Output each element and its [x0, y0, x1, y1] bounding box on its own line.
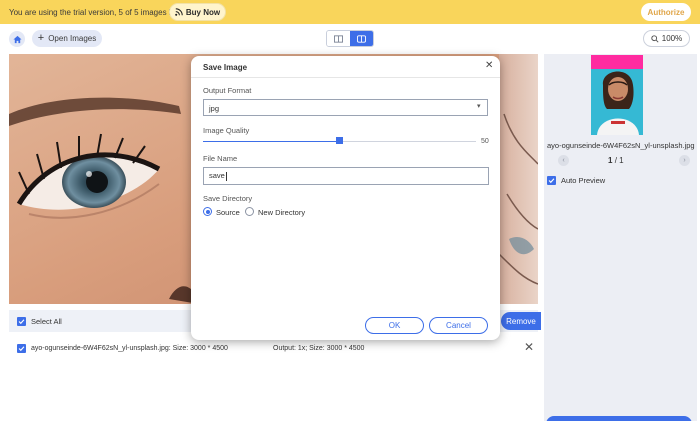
radio-new-directory-label: New Directory: [258, 208, 306, 217]
remove-button[interactable]: Remove: [501, 312, 541, 330]
auto-preview-checkbox[interactable]: [547, 176, 556, 185]
select-all-label: Select All: [31, 317, 62, 326]
next-image-button[interactable]: ›: [679, 155, 690, 166]
trial-banner: You are using the trial version, 5 of 5 …: [0, 0, 700, 24]
single-view-button[interactable]: [327, 31, 350, 46]
plus-icon: +: [37, 32, 45, 44]
home-button[interactable]: [9, 31, 25, 47]
slider-fill: [203, 141, 340, 142]
home-icon: [12, 35, 22, 43]
buy-now-label: Buy Now: [185, 7, 221, 17]
image-thumbnail[interactable]: [591, 55, 643, 135]
rss-icon: [175, 8, 183, 16]
trial-message: You are using the trial version, 5 of 5 …: [9, 8, 182, 17]
portrait-thumbnail-image: [591, 55, 643, 135]
open-images-button[interactable]: + Open Images: [32, 30, 102, 47]
zoom-button[interactable]: 100%: [643, 30, 690, 47]
cancel-button[interactable]: Cancel: [429, 317, 488, 334]
radio-new-directory[interactable]: [245, 207, 254, 216]
file-name-value: save: [209, 171, 225, 180]
chevron-right-icon: ›: [683, 157, 686, 164]
auto-preview-label: Auto Preview: [561, 176, 606, 185]
checkmark-icon: [18, 319, 25, 325]
file-name-input[interactable]: save: [203, 167, 489, 185]
zoom-icon: [651, 34, 659, 43]
authorize-button[interactable]: Authorize: [641, 3, 691, 21]
current-page: 1: [608, 156, 613, 165]
open-images-label: Open Images: [48, 34, 97, 43]
chevron-down-icon: ▾: [477, 103, 481, 110]
file-name-label: File Name: [203, 154, 238, 163]
view-mode-toggle: [326, 30, 374, 47]
save-directory-label: Save Directory: [203, 194, 253, 203]
text-caret: [225, 171, 227, 181]
convert-button[interactable]: [546, 416, 692, 421]
ok-button[interactable]: OK: [365, 317, 424, 334]
slider-handle[interactable]: [336, 137, 343, 144]
remove-file-close-icon[interactable]: ✕: [524, 341, 534, 353]
split-view-button[interactable]: [350, 31, 373, 46]
zoom-level: 100%: [661, 34, 683, 43]
close-icon[interactable]: ✕: [485, 61, 493, 71]
file-name: ayo-ogunseinde-6W4F62sN_yl-unsplash.jpg:…: [31, 345, 228, 352]
thumbnail-file-name: ayo-ogunseinde-6W4F62sN_yl-unsplash.jpg: [547, 141, 695, 150]
image-quality-label: Image Quality: [203, 126, 250, 135]
file-list-item[interactable]: ayo-ogunseinde-6W4F62sN_yl-unsplash.jpg:…: [9, 340, 538, 358]
save-image-dialog: Save Image ✕ Output Format jpg ▾ Image Q…: [191, 56, 500, 340]
output-format-value: jpg: [209, 104, 220, 113]
checkmark-icon: [548, 178, 555, 184]
checkmark-icon: [18, 346, 25, 352]
dialog-title: Save Image: [203, 63, 248, 72]
radio-source[interactable]: [203, 207, 212, 216]
chevron-left-icon: ‹: [562, 157, 565, 164]
dialog-divider: [191, 77, 500, 78]
buy-now-button[interactable]: Buy Now: [169, 3, 226, 21]
total-pages: / 1: [614, 156, 624, 165]
split-view-icon: [357, 34, 366, 43]
image-quality-value: 50: [481, 138, 489, 145]
page-indicator: 1 / 1: [608, 156, 624, 165]
file-checkbox[interactable]: [17, 344, 26, 353]
output-format-select[interactable]: jpg ▾: [203, 99, 488, 116]
previous-image-button[interactable]: ‹: [558, 155, 569, 166]
radio-source-label: Source: [216, 208, 240, 217]
select-all-checkbox[interactable]: [17, 317, 26, 326]
output-format-label: Output Format: [203, 86, 252, 95]
file-output-info: Output: 1x; Size: 3000 * 4500: [273, 345, 365, 352]
single-view-icon: [334, 34, 343, 43]
preview-sidebar: ayo-ogunseinde-6W4F62sN_yl-unsplash.jpg …: [544, 54, 697, 421]
